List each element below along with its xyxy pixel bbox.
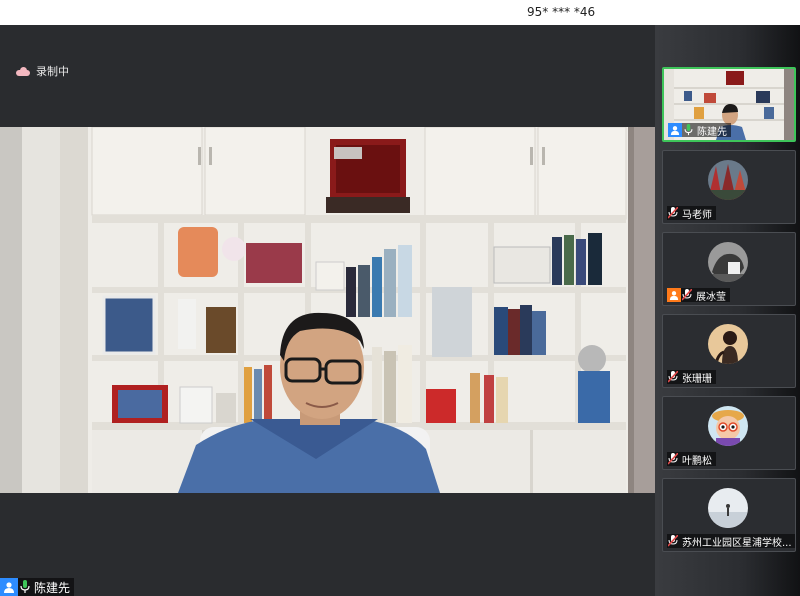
participant-name: 展冰莹 xyxy=(696,291,726,303)
participant-name: 苏州工业园区星浦学校... xyxy=(682,537,792,549)
participant-label: 苏州工业园区星浦学校... xyxy=(667,534,795,549)
person-icon xyxy=(0,578,18,596)
participant-name: 陈建先 xyxy=(697,126,727,138)
participant-name: 叶鹏松 xyxy=(682,455,712,467)
participant-tile-school[interactable]: 苏州工业园区星浦学校... xyxy=(662,478,796,552)
participant-tile-ye[interactable]: 叶鹏松 xyxy=(662,396,796,470)
mic-muted-icon xyxy=(667,535,679,547)
recording-indicator[interactable]: 录制中 xyxy=(16,63,69,79)
participant-label: 展冰莹 xyxy=(667,288,730,303)
cloud-icon xyxy=(16,66,30,76)
mic-muted-icon xyxy=(667,371,679,383)
avatar xyxy=(708,406,748,446)
participant-label: 马老师 xyxy=(667,206,716,221)
speaker-video-frame xyxy=(0,127,655,493)
speaker-name: 陈建先 xyxy=(34,580,71,595)
avatar xyxy=(708,160,748,200)
main-video-area[interactable]: 录制中 陈建先 xyxy=(0,25,655,596)
speaker-nameplate: 陈建先 xyxy=(0,578,75,596)
person-icon xyxy=(667,288,681,302)
title-bar: 95* *** *46 xyxy=(0,0,800,25)
mic-on-icon xyxy=(682,124,694,136)
speaker-video xyxy=(0,127,655,493)
participant-name: 张珊珊 xyxy=(682,373,712,385)
mic-muted-icon xyxy=(667,453,679,465)
avatar xyxy=(708,488,748,528)
avatar xyxy=(708,324,748,364)
participant-tile-zhang[interactable]: 张珊珊 xyxy=(662,314,796,388)
participant-name: 马老师 xyxy=(682,209,712,221)
participant-tile-ma[interactable]: 马老师 xyxy=(662,150,796,224)
participant-label: 叶鹏松 xyxy=(667,452,716,467)
participant-gallery[interactable]: 陈建先 马老师 展冰莹 张珊珊 叶鹏松 苏州工业园区星浦学校... xyxy=(655,25,800,596)
avatar xyxy=(708,242,748,282)
participant-label: 张珊珊 xyxy=(667,370,716,385)
participant-tile-zhan[interactable]: 展冰莹 xyxy=(662,232,796,306)
recording-label: 录制中 xyxy=(36,65,69,78)
person-icon xyxy=(668,123,682,137)
mic-muted-icon xyxy=(667,207,679,219)
participant-label: 陈建先 xyxy=(668,123,731,138)
mic-muted-icon xyxy=(681,289,693,301)
participant-tile-chen[interactable]: 陈建先 xyxy=(662,67,796,142)
meeting-id: 95* *** *46 xyxy=(527,5,596,19)
mic-on-icon xyxy=(18,579,32,595)
